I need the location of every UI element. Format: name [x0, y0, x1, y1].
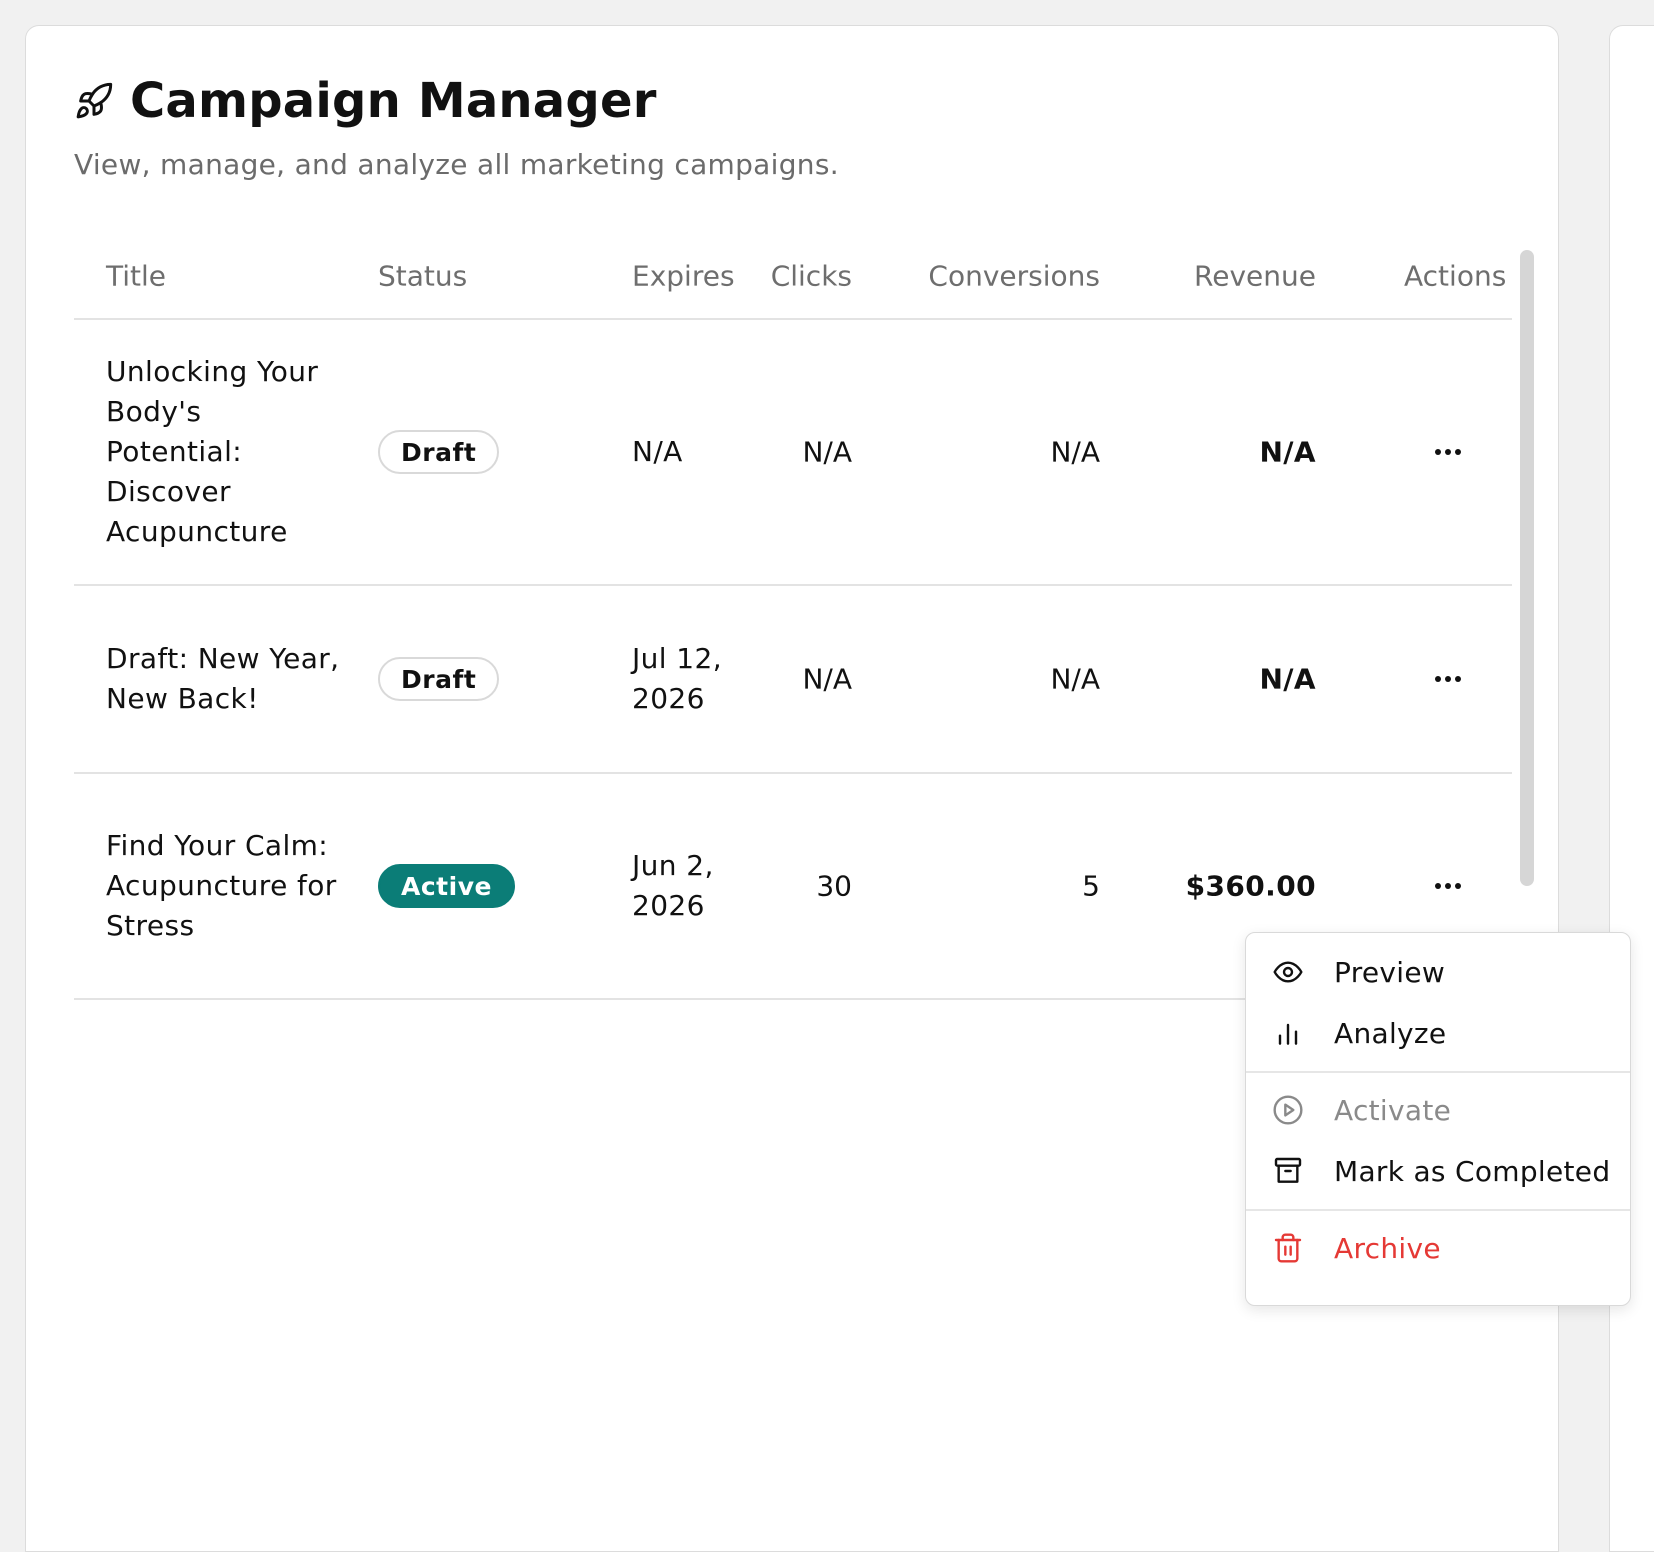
campaign-manager-card: Campaign Manager View, manage, and analy…	[25, 25, 1559, 1552]
status-badge: Draft	[378, 657, 500, 701]
clicks-value: N/A	[802, 662, 852, 696]
revenue-value: N/A	[1259, 662, 1316, 696]
row-actions-button[interactable]	[1426, 657, 1470, 701]
page-subtitle: View, manage, and analyze all marketing …	[74, 148, 839, 181]
revenue-value: N/A	[1259, 435, 1316, 469]
column-header-status[interactable]: Status	[378, 260, 467, 293]
expires-value: N/A	[632, 435, 683, 468]
menu-item-mark-as-completed[interactable]: Mark as Completed	[1246, 1140, 1630, 1202]
status-badge: Active	[378, 864, 515, 908]
conversions-value: 5	[1082, 869, 1100, 903]
table-row[interactable]: Draft: New Year, New Back! Draft Jul 12,…	[74, 586, 1512, 774]
menu-item-preview[interactable]: Preview	[1246, 941, 1630, 1003]
menu-item-analyze[interactable]: Analyze	[1246, 1002, 1630, 1064]
campaign-title[interactable]: Unlocking Your Body's Potential: Discove…	[106, 352, 346, 552]
column-header-revenue[interactable]: Revenue	[1194, 260, 1316, 293]
expires-value: Jun 2, 2026	[632, 849, 714, 922]
menu-item-label: Analyze	[1334, 1016, 1447, 1050]
row-actions-button[interactable]	[1426, 864, 1470, 908]
table-scrollbar[interactable]	[1520, 250, 1534, 886]
menu-item-activate[interactable]: Activate	[1246, 1079, 1630, 1141]
column-header-title[interactable]: Title	[106, 260, 166, 293]
table-row[interactable]: Unlocking Your Body's Potential: Discove…	[74, 320, 1512, 586]
eye-icon	[1273, 961, 1303, 983]
menu-divider	[1246, 1209, 1630, 1211]
rocket-icon	[76, 82, 113, 119]
table-header: Title Status Expires Clicks Conversions …	[74, 226, 1512, 320]
more-horizontal-icon	[1435, 449, 1461, 455]
row-actions-button[interactable]	[1426, 430, 1470, 474]
revenue-value: $360.00	[1185, 869, 1316, 903]
menu-divider	[1246, 1071, 1630, 1073]
conversions-value: N/A	[1050, 662, 1100, 696]
column-header-actions: Actions	[1404, 259, 1507, 293]
clicks-value: N/A	[802, 435, 852, 469]
bar-chart-icon	[1278, 1023, 1298, 1045]
conversions-value: N/A	[1050, 435, 1100, 469]
more-horizontal-icon	[1435, 676, 1461, 682]
side-panel-card	[1609, 25, 1654, 1552]
status-badge: Draft	[378, 430, 500, 474]
campaign-title[interactable]: Draft: New Year, New Back!	[106, 639, 346, 719]
page-header: Campaign Manager View, manage, and analy…	[74, 70, 839, 181]
page-title: Campaign Manager	[130, 73, 657, 129]
campaign-title[interactable]: Find Your Calm: Acupuncture for Stress	[106, 826, 346, 946]
menu-item-label: Mark as Completed	[1334, 1154, 1611, 1188]
menu-item-label: Archive	[1334, 1231, 1441, 1265]
more-horizontal-icon	[1435, 883, 1461, 889]
menu-item-archive[interactable]: Archive	[1246, 1217, 1630, 1279]
archive-box-icon	[1274, 1157, 1302, 1183]
play-circle-icon	[1273, 1095, 1303, 1125]
menu-item-label: Activate	[1334, 1093, 1452, 1127]
campaign-table: Title Status Expires Clicks Conversions …	[74, 226, 1512, 1000]
column-header-expires[interactable]: Expires	[632, 260, 735, 293]
menu-item-label: Preview	[1334, 955, 1446, 989]
row-actions-menu: Preview Analyze Activate Mark as Complet…	[1245, 932, 1631, 1306]
column-header-clicks[interactable]: Clicks	[771, 260, 852, 293]
clicks-value: 30	[816, 869, 852, 903]
expires-value: Jul 12, 2026	[632, 642, 723, 715]
column-header-conversions[interactable]: Conversions	[928, 260, 1100, 293]
trash-icon	[1274, 1233, 1302, 1263]
